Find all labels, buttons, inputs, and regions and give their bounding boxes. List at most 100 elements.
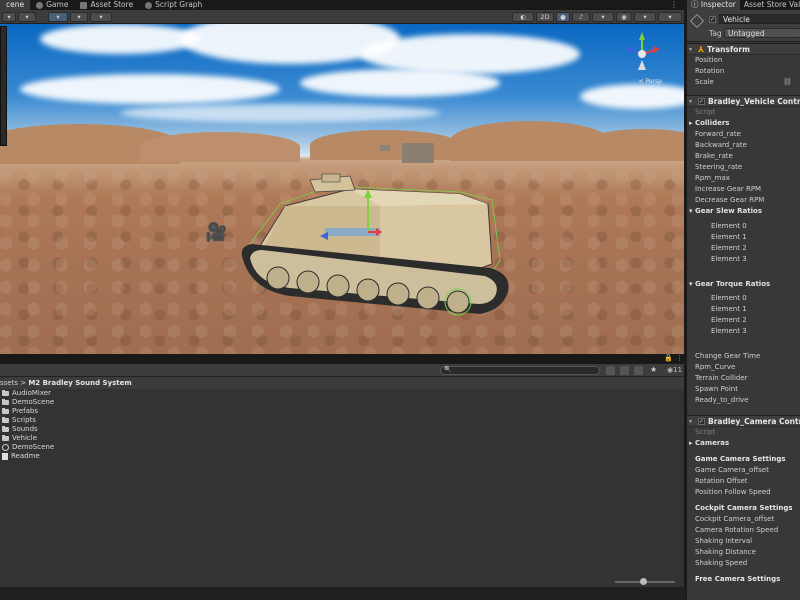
rotation-field[interactable]: Rotation — [687, 66, 800, 77]
lock-icon[interactable]: 🔒 — [664, 354, 673, 362]
hidden-packages-count-value: 11 — [673, 366, 683, 374]
favorite-star-icon[interactable]: ★ — [650, 365, 657, 374]
list-item[interactable]: Vehicle — [0, 434, 684, 443]
tab-asset-store[interactable]: Asset Store — [74, 0, 139, 10]
terrain-collider-field[interactable]: Terrain Collider — [687, 373, 800, 384]
tag-dropdown[interactable]: Untagged — [724, 28, 800, 38]
torque-element-3[interactable]: Element 3 — [687, 326, 800, 337]
spawn-point-field[interactable]: Spawn Point — [687, 384, 800, 395]
camera-controller-header[interactable]: ▾ ✓ Bradley_Camera Controlle — [687, 415, 800, 427]
scene-viewport[interactable]: < Persp 🎥 — [0, 24, 684, 354]
orientation-gizmo[interactable] — [620, 30, 664, 82]
gear-slew-ratios-foldout[interactable]: ▾ Gear Slew Ratios — [687, 206, 800, 217]
pivot-dropdown[interactable]: ▾ — [18, 12, 36, 22]
forward-rate-field[interactable]: Forward_rate — [687, 129, 800, 140]
cockpit-camera-settings-header: Cockpit Camera Settings — [695, 504, 793, 512]
slew-element-3[interactable]: Element 3 — [687, 254, 800, 265]
link-icon[interactable]: ⛓ — [783, 77, 792, 88]
gizmos-dropdown[interactable]: ▾ — [658, 12, 682, 22]
audio-toggle-icon[interactable]: ♪ — [572, 12, 590, 22]
perspective-label[interactable]: < Persp — [639, 78, 662, 85]
snap-increment-dropdown[interactable]: ▾ — [70, 12, 88, 22]
icon-size-slider-handle[interactable] — [640, 578, 647, 585]
active-checkbox[interactable]: ✓ — [709, 16, 716, 23]
position-field[interactable]: Position — [687, 55, 800, 66]
rpm-curve-field[interactable]: Rpm_Curve — [687, 362, 800, 373]
list-item-label: DemoScene — [12, 443, 55, 451]
torque-element-1[interactable]: Element 1 — [687, 304, 800, 315]
cloud — [40, 24, 200, 54]
shaking-interval-field[interactable]: Shaking Interval — [687, 536, 800, 547]
cameras-foldout[interactable]: ▸ Cameras — [687, 438, 800, 449]
scale-field[interactable]: Scale ⛓ — [687, 77, 800, 88]
search-by-type-icon[interactable] — [606, 366, 615, 375]
tab-menu-icon[interactable]: ⋮ — [664, 0, 684, 10]
tab-asset-store-validator[interactable]: Asset Store Validat — [740, 0, 800, 10]
torque-element-2[interactable]: Element 2 — [687, 315, 800, 326]
filter-icon[interactable] — [634, 366, 643, 375]
vehicle-controller-header[interactable]: ▾ ✓ Bradley_Vehicle Controlle — [687, 95, 800, 107]
grid-snap-dropdown[interactable]: ▾ — [48, 12, 68, 22]
object-name-field[interactable]: Vehicle — [719, 14, 800, 24]
transform-header[interactable]: ▾ ⅄ Transform — [687, 43, 800, 55]
toggle-2d-button[interactable]: 2D — [536, 12, 554, 22]
backward-rate-field[interactable]: Backward_rate — [687, 140, 800, 151]
change-gear-time-field[interactable]: Change Gear Time — [687, 351, 800, 362]
slew-element-1[interactable]: Element 1 — [687, 232, 800, 243]
overlay-toolbar[interactable] — [0, 26, 7, 146]
shaking-distance-field[interactable]: Shaking Distance — [687, 547, 800, 558]
list-item[interactable]: Readme — [0, 452, 684, 461]
list-item[interactable]: DemoScene — [0, 443, 684, 452]
list-item[interactable]: Prefabs — [0, 407, 684, 416]
game-camera-offset-field[interactable]: Game Camera_offset — [687, 465, 800, 476]
cube-object[interactable] — [380, 145, 390, 151]
tab-inspector[interactable]: ⓘ Inspector — [687, 0, 740, 10]
tab-script-graph[interactable]: Script Graph — [139, 0, 208, 10]
camera-settings-dropdown[interactable]: ▾ — [634, 12, 656, 22]
camera-rotation-speed-field[interactable]: Camera Rotation Speed — [687, 525, 800, 536]
brake-rate-field[interactable]: Brake_rate — [687, 151, 800, 162]
tab-game[interactable]: Game — [30, 0, 74, 10]
decrease-gear-rpm-field[interactable]: Decrease Gear RPM — [687, 195, 800, 206]
steering-rate-field[interactable]: Steering_rate — [687, 162, 800, 173]
panel-menu-icon[interactable]: ⋮ — [676, 354, 683, 362]
list-item[interactable]: DemoScene — [0, 398, 684, 407]
script-field[interactable]: Script — [687, 427, 800, 438]
camera-icon[interactable]: 🎥 — [205, 222, 227, 243]
incremental-snap-dropdown[interactable]: ▾ — [90, 12, 112, 22]
position-follow-speed-field[interactable]: Position Follow Speed — [687, 487, 800, 498]
effects-dropdown[interactable]: ▾ — [592, 12, 614, 22]
folder-icon — [2, 408, 9, 414]
script-field[interactable]: Script — [687, 107, 800, 118]
gear-torque-ratios-label: Gear Torque Ratios — [694, 280, 771, 288]
torque-element-0[interactable]: Element 0 — [687, 293, 800, 304]
rotation-offset-field[interactable]: Rotation Offset — [687, 476, 800, 487]
gear-torque-ratios-foldout[interactable]: ▾ Gear Torque Ratios — [687, 279, 800, 290]
hidden-objects-icon[interactable]: ◉ — [616, 12, 632, 22]
component-enabled-checkbox[interactable]: ✓ — [698, 417, 706, 425]
gameobject-cube-icon[interactable] — [690, 14, 704, 28]
slew-element-2[interactable]: Element 2 — [687, 243, 800, 254]
list-item[interactable]: Scripts — [0, 416, 684, 425]
ready-to-drive-field[interactable]: Ready_to_drive — [687, 395, 800, 406]
search-by-label-icon[interactable] — [620, 366, 629, 375]
list-item[interactable]: Sounds — [0, 425, 684, 434]
breadcrumb-current[interactable]: M2 Bradley Sound System — [28, 379, 131, 387]
shading-mode-dropdown[interactable]: ◐ — [512, 12, 534, 22]
list-item[interactable]: AudioMixer — [0, 389, 684, 398]
cube-object[interactable] — [402, 143, 434, 163]
cockpit-camera-offset-field[interactable]: Cockpit Camera_offset — [687, 514, 800, 525]
lighting-toggle-icon[interactable]: ● — [556, 12, 570, 22]
increase-gear-rpm-field[interactable]: Increase Gear RPM — [687, 184, 800, 195]
rpm-max-field[interactable]: Rpm_max — [687, 173, 800, 184]
tank-vehicle[interactable] — [230, 164, 540, 334]
shaking-speed-field[interactable]: Shaking Speed — [687, 558, 800, 569]
draw-mode-dropdown[interactable]: ▾ — [2, 12, 16, 22]
project-search-input[interactable]: 🔍 — [440, 366, 600, 375]
breadcrumb-root[interactable]: ssets — [0, 379, 18, 387]
slew-element-0[interactable]: Element 0 — [687, 221, 800, 232]
tab-scene[interactable]: cene — [0, 0, 31, 10]
colliders-foldout[interactable]: ▸ Colliders — [687, 118, 800, 129]
hidden-packages-count[interactable]: ◉11 — [667, 366, 682, 374]
component-enabled-checkbox[interactable]: ✓ — [698, 97, 706, 105]
